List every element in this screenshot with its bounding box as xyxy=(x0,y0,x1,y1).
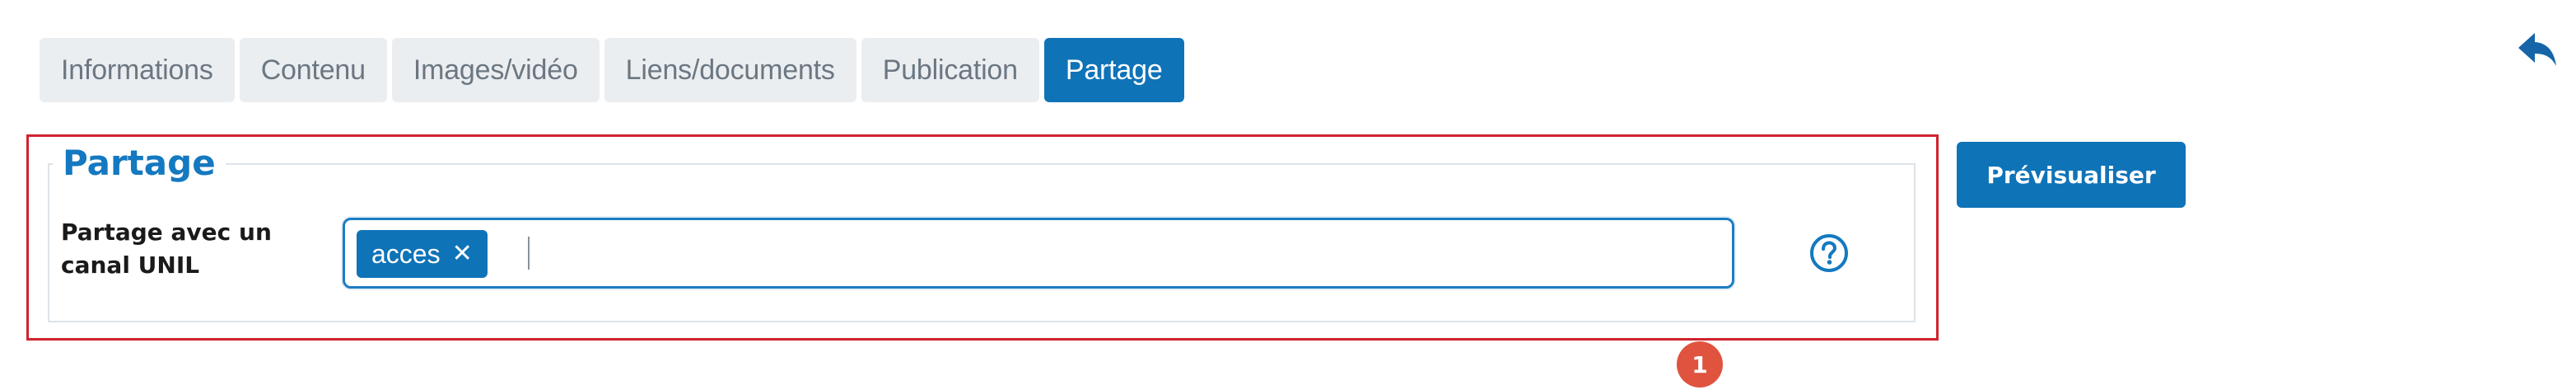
annotation-marker: 1 xyxy=(1677,341,1723,388)
tab-informations[interactable]: Informations xyxy=(40,38,235,102)
channel-search-input[interactable] xyxy=(539,230,1712,280)
tab-images-video[interactable]: Images/vidéo xyxy=(391,38,600,102)
tab-publication[interactable]: Publication xyxy=(861,38,1039,102)
tab-partage[interactable]: Partage xyxy=(1043,38,1184,102)
reply-arrow-icon[interactable] xyxy=(2513,25,2563,74)
fieldset-legend: Partage xyxy=(53,140,226,186)
tab-bar: Informations Contenu Images/vidéo Liens/… xyxy=(40,38,1184,102)
channel-tag-input[interactable]: acces ✕ xyxy=(343,218,1734,289)
tab-contenu[interactable]: Contenu xyxy=(239,38,387,102)
tag-label: acces xyxy=(371,238,441,269)
preview-button[interactable]: Prévisualiser xyxy=(1957,142,2186,208)
channel-field-label: Partage avec un canal UNIL xyxy=(61,218,272,279)
tag-chip: acces ✕ xyxy=(357,230,488,278)
tab-liens-documents[interactable]: Liens/documents xyxy=(604,38,856,102)
close-icon[interactable]: ✕ xyxy=(452,242,473,266)
question-circle-icon[interactable] xyxy=(1808,233,1850,274)
text-caret xyxy=(528,237,530,270)
